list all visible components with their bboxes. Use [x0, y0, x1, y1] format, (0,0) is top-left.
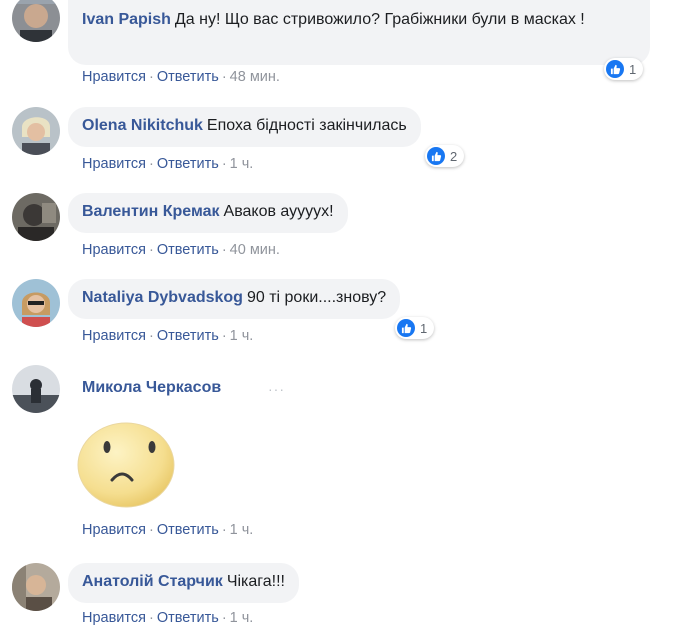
comment-author[interactable]: Микола Черкасов [82, 379, 221, 396]
separator: · [221, 328, 227, 344]
avatar[interactable] [12, 365, 60, 413]
like-link[interactable]: Нравится [82, 156, 146, 172]
comment-text: Чікага!!! [226, 573, 285, 590]
comment-time[interactable]: 40 мин. [230, 242, 280, 258]
reaction-count-text: 1 [420, 320, 428, 336]
comment-time[interactable]: 48 мин. [230, 69, 280, 85]
reply-link[interactable]: Ответить [157, 522, 219, 538]
separator: · [148, 610, 154, 626]
separator: · [221, 242, 227, 258]
comment-text: Аваков ауууух! [223, 203, 334, 220]
comment-author[interactable]: Ivan Papish [82, 11, 171, 28]
comment-author[interactable]: Анатолій Старчик [82, 573, 223, 590]
separator: · [148, 69, 154, 85]
comment-bubble: Анатолій Старчик Чікага!!! [68, 563, 299, 603]
comment-text: Епоха бідності закінчилась [206, 117, 407, 134]
like-link[interactable]: Нравится [82, 69, 146, 85]
like-link[interactable]: Нравится [82, 610, 146, 626]
reply-link[interactable]: Ответить [157, 156, 219, 172]
comment-time[interactable]: 1 ч. [230, 610, 254, 626]
separator: · [148, 242, 154, 258]
reaction-count-text: 1 [629, 61, 637, 77]
comment-actions: Нравится · Ответить · 40 мин. [82, 242, 280, 258]
reply-link[interactable]: Ответить [157, 69, 219, 85]
comment-text: Да ну! Що вас стривожило? Грабіжники бул… [174, 11, 585, 28]
comment-actions: Нравится · Ответить · 1 ч. [82, 522, 253, 538]
comment-bubble: Olena Nikitchuk Епоха бідності закінчилас… [68, 107, 421, 147]
like-link[interactable]: Нравится [82, 328, 146, 344]
separator: · [148, 522, 154, 538]
comment-text: 90 ті роки....знову? [246, 289, 387, 306]
reaction-count-text: 2 [450, 148, 458, 164]
separator: · [221, 69, 227, 85]
comment-time[interactable]: 1 ч. [230, 522, 254, 538]
comment-bubble: Ivan Papish Да ну! Що вас стривожило? Гра… [68, 0, 650, 65]
comment-author[interactable]: Валентин Кремак [82, 203, 220, 220]
like-link[interactable]: Нравится [82, 242, 146, 258]
comment-author[interactable]: Nataliya Dybvadskog [82, 289, 243, 306]
comment-actions: Нравится · Ответить · 48 мин. [82, 69, 280, 85]
comment-time[interactable]: 1 ч. [230, 328, 254, 344]
comment-actions: Нравится · Ответить · 1 ч. [82, 156, 253, 172]
comment-actions: Нравится · Ответить · 1 ч. [82, 610, 253, 626]
separator: · [221, 610, 227, 626]
comment-bubble: Nataliya Dybvadskog 90 ті роки....знову? [68, 279, 401, 319]
comment-author[interactable]: Olena Nikitchuk [82, 117, 203, 134]
comment-author-row: Микола Черкасов [82, 379, 225, 397]
avatar[interactable] [12, 279, 60, 327]
comment-actions: Нравится · Ответить · 1 ч. [82, 328, 253, 344]
avatar[interactable] [12, 107, 60, 155]
reply-link[interactable]: Ответить [157, 242, 219, 258]
comment-time[interactable]: 1 ч. [230, 156, 254, 172]
sad-face-sticker [76, 420, 176, 513]
more-options-icon[interactable]: ··· [268, 381, 285, 397]
reply-link[interactable]: Ответить [157, 610, 219, 626]
separator: · [221, 156, 227, 172]
like-reaction-icon [427, 147, 445, 165]
like-reaction-icon [606, 60, 624, 78]
reply-link[interactable]: Ответить [157, 328, 219, 344]
avatar[interactable] [12, 193, 60, 241]
reaction-count[interactable]: 1 [395, 317, 435, 339]
like-reaction-icon [397, 319, 415, 337]
avatar[interactable] [12, 563, 60, 611]
separator: · [221, 522, 227, 538]
reaction-count[interactable]: 1 [604, 58, 644, 80]
separator: · [148, 156, 154, 172]
separator: · [148, 328, 154, 344]
like-link[interactable]: Нравится [82, 522, 146, 538]
avatar[interactable] [12, 0, 60, 42]
comment-bubble: Валентин Кремак Аваков ауууух! [68, 193, 348, 233]
reaction-count[interactable]: 2 [425, 145, 465, 167]
